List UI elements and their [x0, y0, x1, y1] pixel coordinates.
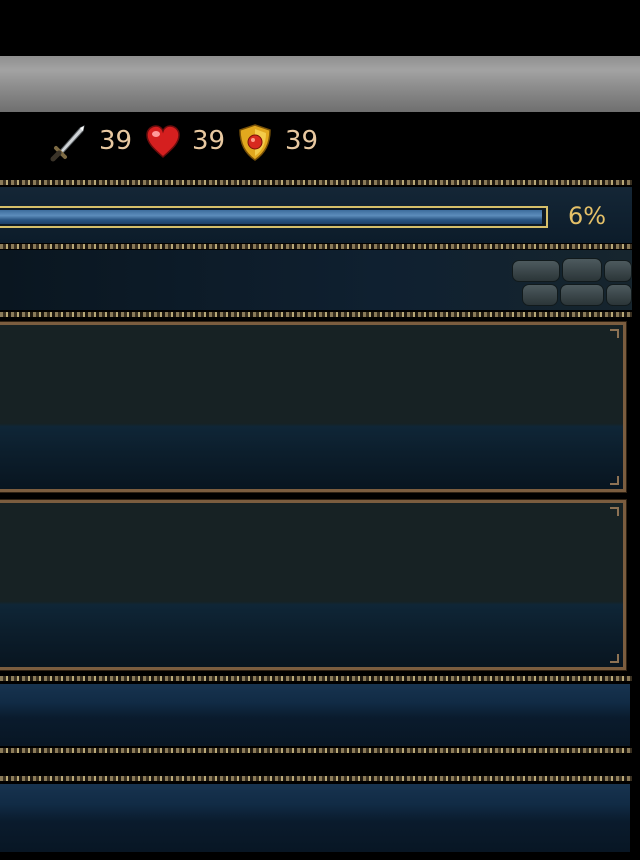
- xp-progress-bar: [0, 206, 548, 228]
- chain-divider: [0, 676, 632, 681]
- chain-divider: [0, 312, 632, 317]
- chain-divider: [0, 776, 632, 781]
- sword-icon: [50, 122, 90, 166]
- menu-row-2[interactable]: [0, 784, 630, 852]
- attack-value: 39: [99, 126, 133, 156]
- content-panel-2[interactable]: [0, 499, 627, 671]
- xp-percent-label: 6%: [568, 202, 607, 230]
- menu-row-1[interactable]: [0, 684, 630, 746]
- stats-bar: 39 39 39: [0, 112, 640, 178]
- health-value: 39: [192, 126, 226, 156]
- chain-divider: [0, 748, 632, 753]
- heart-icon: [144, 124, 182, 164]
- top-header-bar: [0, 56, 640, 112]
- game-screen: 39 39 39 6%: [0, 0, 640, 860]
- shield-icon: [237, 122, 273, 166]
- defense-value: 39: [285, 126, 319, 156]
- chain-divider: [0, 180, 632, 185]
- content-panel-1[interactable]: [0, 321, 627, 493]
- xp-progress-fill: [0, 210, 542, 224]
- stone-banner: [0, 250, 632, 310]
- chain-divider: [0, 244, 632, 249]
